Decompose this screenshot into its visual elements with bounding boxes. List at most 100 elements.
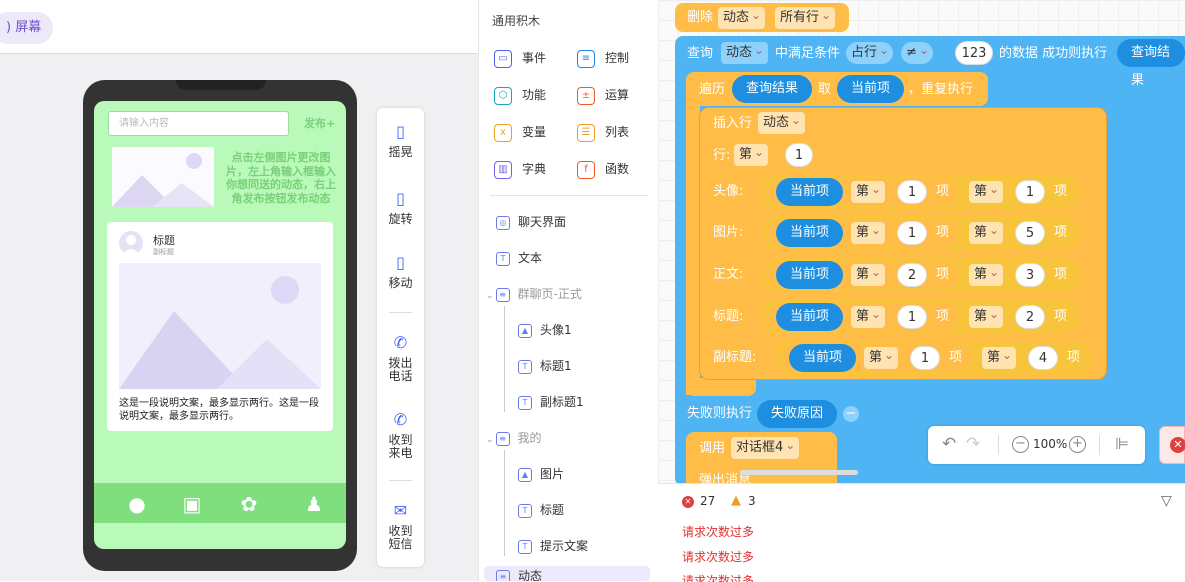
nth-dropdown[interactable]: 第 [969,261,1004,286]
screen-button[interactable]: ) 屏幕 [0,12,54,44]
index-input[interactable]: 1 [897,305,927,329]
nth-dropdown[interactable]: 第 [969,178,1004,203]
tree-item[interactable]: T 标题 [518,500,564,520]
tool-rotate[interactable]: ▯ 旋转 [377,189,424,226]
nth-dropdown[interactable]: 第 [864,344,899,369]
redo-icon[interactable]: ↷ [966,434,980,454]
reason-pill[interactable]: 失败原因 [757,400,838,428]
item-suffix: 项 [936,267,950,282]
index-input[interactable]: 3 [1015,263,1045,287]
nth-dropdown[interactable]: 第 [851,178,886,203]
sms-icon: ✉ [393,501,408,520]
item-pill[interactable]: 当前项 [776,303,844,331]
filter-icon[interactable]: ▽ [1161,493,1172,509]
index-input[interactable]: 5 [1015,221,1045,245]
nth-dropdown[interactable]: 第 [851,261,886,286]
tool-sms[interactable]: ✉ 收到 短信 [377,501,424,551]
wechat-icon[interactable]: ● [124,491,150,517]
tree-item[interactable]: T 标题1 [518,356,572,376]
contacts-icon[interactable]: ▣ [179,491,205,517]
tool-call-in[interactable]: ✆ 收到 来电 [377,410,424,460]
nth-dropdown[interactable]: 第 [851,219,886,244]
tool-move[interactable]: ▯ 移动 [377,253,424,290]
category-function[interactable]: ⬡ 功能 [494,85,546,105]
card-title: 标题 [153,234,175,247]
category-event[interactable]: ▭ 事件 [494,48,546,68]
tree-item[interactable]: ▲ 头像1 [518,320,572,340]
nth-dropdown[interactable]: 第 [851,303,886,328]
category-dict[interactable]: ▥ 字典 [494,159,546,179]
item-suffix: 项 [936,225,950,240]
phone-post-button[interactable]: 发布+ [304,115,335,131]
page-icon: ◎ [496,215,510,230]
tree-line [504,306,505,412]
field-label: 副标题: [713,350,757,365]
index-input[interactable]: 1 [897,221,927,245]
item-pill[interactable]: 当前项 [789,344,857,372]
collapse-icon[interactable]: − [843,406,859,422]
card-image [119,263,321,389]
category-operator[interactable]: ± 运算 [577,85,629,105]
index-input[interactable]: 4 [1028,346,1058,370]
tool-shake[interactable]: ▯ 摇晃 [377,122,424,159]
tree-item[interactable]: T 提示文案 [518,536,588,556]
index-input[interactable]: 1 [897,180,927,204]
horizontal-scrollbar[interactable] [740,470,858,475]
align-icon[interactable]: ⊫ [1115,434,1129,453]
tree-item[interactable]: T 副标题1 [518,392,584,412]
index-input[interactable]: 1 [1015,180,1045,204]
value-input[interactable]: 123 [955,41,993,65]
phone-tabbar: ● ▣ ✿ ♟ [94,483,346,523]
tree-group[interactable]: ⌄ ≡ 我的 [486,428,542,448]
field-dropdown[interactable]: 占行 [846,39,894,64]
category-control[interactable]: ≡ 控制 [577,48,629,68]
zoom-out-icon[interactable]: − [1012,436,1029,453]
tree-item[interactable]: ▲ 图片 [518,464,564,484]
nth-dropdown[interactable]: 第 [969,219,1004,244]
group-icon: ≡ [495,287,510,302]
field-label: 正文: [713,267,744,282]
operator-dropdown[interactable]: ≠ [901,39,933,64]
item-suffix: 项 [1054,225,1068,240]
item-pill[interactable]: 当前项 [837,75,905,103]
source-pill[interactable]: 查询结果 [732,75,813,103]
zoom-in-icon[interactable]: + [1069,436,1086,453]
tree-group[interactable]: ⌄ ≡ 群聊页-正式 [486,284,582,304]
tree-group-selected[interactable]: ≡ 动态 [484,566,650,581]
result-pill[interactable]: 查询结果 [1117,39,1185,88]
error-count[interactable]: 27 [700,494,715,508]
table-dropdown[interactable]: 动态 [718,4,766,29]
tree-item[interactable]: ◎ 聊天界面 [496,212,566,232]
item-suffix: 项 [1067,350,1081,365]
tool-call-out[interactable]: ✆ 拨出 电话 [377,333,424,383]
index-input[interactable]: 2 [1015,305,1045,329]
undo-icon[interactable]: ↶ [942,434,956,454]
block-keyword: 的数据 成功则执行 [999,46,1108,61]
row-number[interactable]: 1 [785,143,813,167]
item-pill[interactable]: 当前项 [776,261,844,289]
category-list[interactable]: ☰ 列表 [577,122,629,142]
index-input[interactable]: 2 [897,263,927,287]
me-icon[interactable]: ♟ [301,491,327,517]
phone-image-placeholder[interactable] [112,147,214,207]
category-variable[interactable]: x 变量 [494,122,546,142]
card-subtitle: 副标题 [153,248,174,256]
table-dropdown[interactable]: 动态 [721,39,769,64]
warning-count[interactable]: 3 [748,494,756,508]
nth-dropdown[interactable]: 第 [982,344,1017,369]
target-dropdown[interactable]: 对话框4 [731,434,800,459]
discover-icon[interactable]: ✿ [236,491,262,517]
table-dropdown[interactable]: 动态 [758,109,806,134]
category-func[interactable]: f 函数 [577,159,629,179]
tree-item[interactable]: T 文本 [496,248,542,268]
phone-search-input[interactable]: 请输入内容 [108,111,289,136]
scope-dropdown[interactable]: 所有行 [775,4,836,29]
item-pill[interactable]: 当前项 [776,219,844,247]
nth-dropdown[interactable]: 第 [969,303,1004,328]
row-select[interactable]: 第 [734,141,769,166]
index-input[interactable]: 1 [910,346,940,370]
field-label: 标题: [713,309,744,324]
image-icon: ▲ [518,323,532,338]
close-panel-button[interactable]: ✕ [1159,426,1185,464]
item-pill[interactable]: 当前项 [776,178,844,206]
